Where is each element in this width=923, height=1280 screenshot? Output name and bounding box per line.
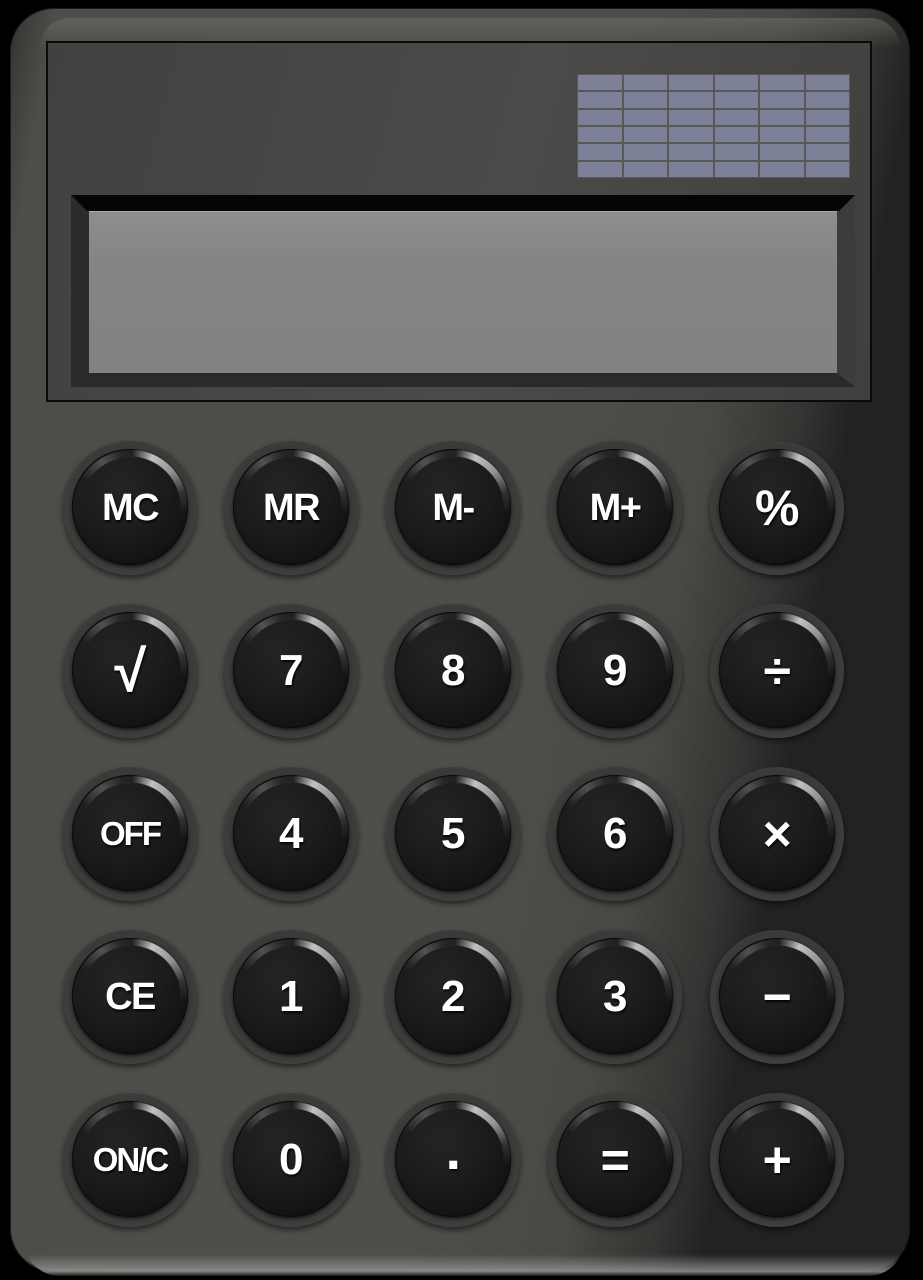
solar-cell (669, 109, 713, 125)
key-cap (719, 775, 835, 891)
solar-cell (623, 161, 667, 177)
calculator-screenshot: MC MR M- M+% √ 7 8 9 ÷ OFF 4 5 6 × CE 1 2 3− ON/C 0. = + (0, 0, 923, 1280)
power-off-button[interactable]: OFF (63, 767, 197, 901)
key-cap (719, 449, 835, 565)
digit-7-button[interactable]: 7 (224, 604, 358, 738)
solar-cell (669, 161, 713, 177)
solar-cell (714, 144, 758, 160)
digit-2-button[interactable]: 2 (386, 930, 520, 1064)
key-cap (395, 938, 511, 1054)
divide-button[interactable]: ÷ (710, 604, 844, 738)
solar-cell (805, 161, 849, 177)
solar-cell (760, 92, 804, 108)
clear-entry-button[interactable]: CE (63, 930, 197, 1064)
key-cap (395, 612, 511, 728)
solar-cell (623, 92, 667, 108)
solar-cell (805, 75, 849, 91)
key-cap (72, 775, 188, 891)
key-cap (72, 612, 188, 728)
key-cap (557, 775, 673, 891)
solar-cell (760, 109, 804, 125)
body-bottom-lip (24, 1240, 904, 1276)
solar-cell (805, 126, 849, 143)
key-cap (719, 938, 835, 1054)
solar-cell (669, 92, 713, 108)
digit-8-button[interactable]: 8 (386, 604, 520, 738)
solar-cell (623, 109, 667, 125)
solar-cell (760, 75, 804, 91)
key-cap (72, 1101, 188, 1217)
solar-cell (578, 109, 622, 125)
solar-cell (578, 92, 622, 108)
digit-0-button[interactable]: 0 (224, 1093, 358, 1227)
key-cap (395, 1101, 511, 1217)
memory-clear-button[interactable]: MC (63, 441, 197, 575)
solar-cell (714, 75, 758, 91)
key-cap (233, 612, 349, 728)
solar-cell (578, 144, 622, 160)
solar-cell (805, 144, 849, 160)
key-cap (233, 449, 349, 565)
key-cap (233, 938, 349, 1054)
solar-cell (669, 126, 713, 143)
key-cap (233, 775, 349, 891)
key-cap (557, 938, 673, 1054)
lcd-display (89, 211, 837, 373)
solar-cell (578, 75, 622, 91)
solar-cell (623, 144, 667, 160)
memory-recall-button[interactable]: MR (224, 441, 358, 575)
solar-cell (578, 161, 622, 177)
digit-1-button[interactable]: 1 (224, 930, 358, 1064)
percent-button[interactable]: % (710, 441, 844, 575)
solar-cell (805, 92, 849, 108)
memory-add-button[interactable]: M+ (548, 441, 682, 575)
display-bezel-right (837, 195, 855, 387)
digit-5-button[interactable]: 5 (386, 767, 520, 901)
solar-cell (669, 144, 713, 160)
memory-subtract-button[interactable]: M- (386, 441, 520, 575)
key-cap (719, 1101, 835, 1217)
display-bezel-left (71, 195, 89, 387)
upper-panel-surface (48, 43, 870, 400)
solar-cell (669, 75, 713, 91)
key-cap (395, 775, 511, 891)
solar-cell (760, 126, 804, 143)
key-cap (719, 612, 835, 728)
display-bezel-bottom (71, 373, 855, 387)
key-cap (557, 612, 673, 728)
power-on-clear-button[interactable]: ON/C (63, 1093, 197, 1227)
solar-cell (714, 109, 758, 125)
digit-9-button[interactable]: 9 (548, 604, 682, 738)
subtract-button[interactable]: − (710, 930, 844, 1064)
square-root-button[interactable]: √ (63, 604, 197, 738)
solar-cell (623, 75, 667, 91)
key-cap (72, 938, 188, 1054)
digit-6-button[interactable]: 6 (548, 767, 682, 901)
key-cap (557, 449, 673, 565)
solar-cell (578, 126, 622, 143)
multiply-button[interactable]: × (710, 767, 844, 901)
solar-cell (805, 109, 849, 125)
solar-cell (760, 161, 804, 177)
key-cap (72, 449, 188, 565)
key-cap (557, 1101, 673, 1217)
add-button[interactable]: + (710, 1093, 844, 1227)
display-bezel (71, 195, 855, 387)
solar-cell (623, 126, 667, 143)
equals-button[interactable]: = (548, 1093, 682, 1227)
solar-cell (760, 144, 804, 160)
solar-cell (714, 161, 758, 177)
display-bezel-top (71, 195, 855, 211)
solar-cell (714, 126, 758, 143)
digit-3-button[interactable]: 3 (548, 930, 682, 1064)
key-cap (233, 1101, 349, 1217)
solar-cell-array (577, 74, 850, 178)
decimal-point-button[interactable]: . (386, 1093, 520, 1227)
solar-cell (714, 92, 758, 108)
upper-panel (46, 41, 872, 402)
digit-4-button[interactable]: 4 (224, 767, 358, 901)
key-cap (395, 449, 511, 565)
